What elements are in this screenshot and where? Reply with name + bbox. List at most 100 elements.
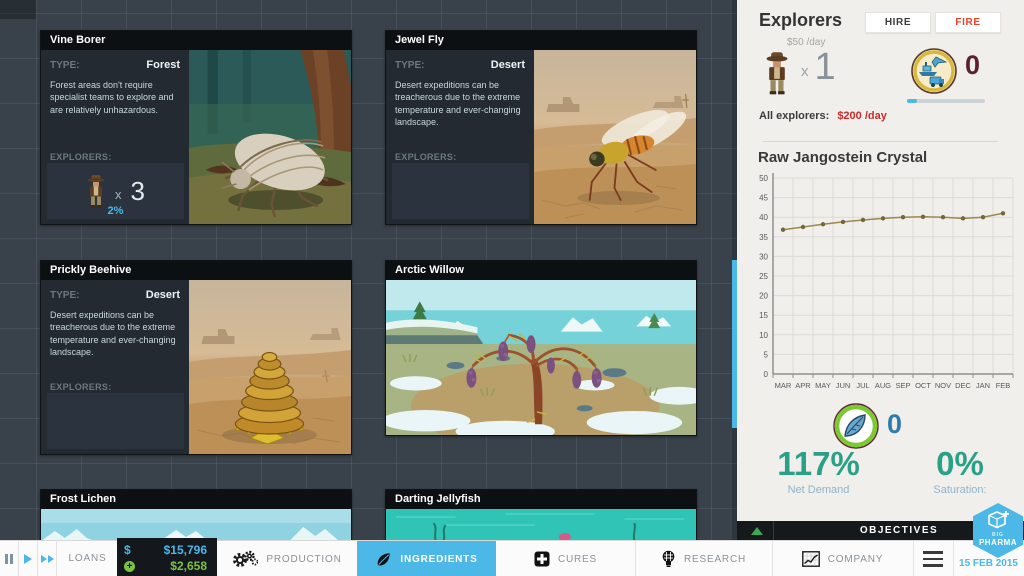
cube-icon xyxy=(986,509,1010,533)
income-plus-icon: + xyxy=(124,561,135,572)
svg-text:10: 10 xyxy=(759,331,768,340)
card-title: Jewel Fly xyxy=(386,31,696,50)
card-description: Desert expeditions can be treacherous du… xyxy=(50,309,180,359)
fast-forward-button[interactable] xyxy=(38,541,57,576)
svg-text:MAY: MAY xyxy=(815,381,831,390)
explorers-box: x 3 2% xyxy=(47,163,184,219)
ingredient-card-jewel-fly[interactable]: Jewel Fly TYPE: Desert Desert expedition… xyxy=(385,30,697,225)
explorer-count-x: x xyxy=(115,187,122,202)
explorers-label: EXPLORERS: xyxy=(50,152,112,162)
price-history-chart: 05101520253035404550MARAPRMAYJUNJULAUGSE… xyxy=(747,170,1019,396)
type-label: TYPE: xyxy=(50,60,79,71)
plus-cross-icon xyxy=(534,551,550,567)
svg-text:40: 40 xyxy=(759,213,768,222)
card-title: Frost Lichen xyxy=(41,490,351,509)
explorers-label: EXPLORERS: xyxy=(395,152,457,162)
type-value: Desert xyxy=(146,289,180,301)
logo-pharma-text: PHARMA xyxy=(979,538,1017,548)
explorer-count-x: x xyxy=(801,63,809,85)
income-amount: $2,658 xyxy=(170,559,207,573)
svg-text:JUN: JUN xyxy=(836,381,851,390)
svg-text:JAN: JAN xyxy=(976,381,990,390)
svg-text:25: 25 xyxy=(759,272,768,281)
card-info: TYPE: Forest Forest areas don't require … xyxy=(41,50,189,224)
explorers-label: EXPLORERS: xyxy=(50,382,112,392)
explorer-icon xyxy=(764,50,790,96)
card-info: TYPE: Desert Desert expeditions can be t… xyxy=(386,50,534,224)
svg-text:45: 45 xyxy=(759,194,768,203)
all-explorers-cost: $200 /day xyxy=(837,110,887,122)
type-value: Desert xyxy=(491,59,525,71)
arctic-willow-illustration xyxy=(386,280,696,435)
tab-research[interactable]: RESEARCH xyxy=(635,541,772,576)
ingredient-card-vine-borer[interactable]: Vine Borer TYPE: Forest Forest areas don… xyxy=(40,30,352,225)
play-button[interactable] xyxy=(19,541,38,576)
transport-progress-bar xyxy=(907,99,985,103)
tab-ingredients[interactable]: INGREDIENTS xyxy=(357,541,496,576)
svg-text:FEB: FEB xyxy=(996,381,1011,390)
explorers-panel-title: Explorers xyxy=(759,10,842,31)
ingredient-card-frost-lichen[interactable]: Frost Lichen xyxy=(40,489,352,540)
tab-ingredients-label: INGREDIENTS xyxy=(400,554,477,565)
objectives-expand-icon xyxy=(751,527,763,535)
svg-text:50: 50 xyxy=(759,174,768,183)
ingredient-card-arctic-willow[interactable]: Arctic Willow xyxy=(385,260,697,436)
card-title: Vine Borer xyxy=(41,31,351,50)
pause-icon xyxy=(5,554,13,564)
ingredient-card-prickly-beehive[interactable]: Prickly Beehive TYPE: Desert Desert expe… xyxy=(40,260,352,455)
card-title: Prickly Beehive xyxy=(41,261,351,280)
explorers-box xyxy=(392,163,529,219)
tab-production[interactable]: PRODUCTION xyxy=(217,541,357,576)
vine-borer-illustration xyxy=(189,50,351,224)
saturation-label: Saturation: xyxy=(905,484,1015,496)
svg-text:OCT: OCT xyxy=(915,381,931,390)
tab-cures[interactable]: CURES xyxy=(496,541,635,576)
loans-button[interactable]: LOANS xyxy=(58,541,117,576)
svg-text:35: 35 xyxy=(759,233,768,242)
svg-text:NOV: NOV xyxy=(935,381,951,390)
game-screen: Vine Borer TYPE: Forest Forest areas don… xyxy=(0,0,1024,576)
tab-research-label: RESEARCH xyxy=(684,554,746,565)
net-demand-label: Net Demand xyxy=(751,484,886,496)
pause-button[interactable] xyxy=(0,541,19,576)
leaf-icon xyxy=(375,551,392,568)
explorer-count: 3 xyxy=(131,176,145,207)
tab-cures-label: CURES xyxy=(558,554,597,565)
cash-amount: $15,796 xyxy=(164,543,207,557)
prickly-beehive-illustration xyxy=(189,280,351,454)
menu-button[interactable] xyxy=(913,541,953,576)
card-description: Forest areas don't require specialist te… xyxy=(50,79,180,116)
corner-box xyxy=(0,0,36,19)
frost-lichen-illustration xyxy=(41,509,351,540)
svg-text:MAR: MAR xyxy=(775,381,792,390)
svg-text:0: 0 xyxy=(764,370,769,379)
darting-jellyfish-illustration xyxy=(386,509,696,540)
explorer-rate-badge: 2% xyxy=(47,205,184,217)
svg-text:15: 15 xyxy=(759,311,768,320)
chart-title: Raw Jangostein Crystal xyxy=(758,149,927,166)
money-panel: $ $15,796 + $2,658 xyxy=(117,538,217,576)
cash-symbol: $ xyxy=(124,543,131,557)
explorer-count: 1 xyxy=(815,49,836,85)
ingredient-detail-panel: Explorers HIRE FIRE $50 /day x 1 xyxy=(737,0,1024,521)
card-info: TYPE: Desert Desert expeditions can be t… xyxy=(41,280,189,454)
svg-text:DEC: DEC xyxy=(955,381,971,390)
card-title: Darting Jellyfish xyxy=(386,490,696,509)
ingredients-grid-area: Vine Borer TYPE: Forest Forest areas don… xyxy=(0,0,737,540)
fire-button[interactable]: FIRE xyxy=(935,12,1001,33)
ingredient-stock-count: 0 xyxy=(887,409,902,440)
panel-divider xyxy=(763,141,998,142)
type-value: Forest xyxy=(146,59,180,71)
svg-text:APR: APR xyxy=(795,381,811,390)
svg-text:20: 20 xyxy=(759,292,768,301)
game-date: 15 FEB 2015 xyxy=(953,558,1024,569)
tab-company[interactable]: COMPANY xyxy=(772,541,913,576)
chart-icon xyxy=(802,551,820,567)
ingredient-card-darting-jellyfish[interactable]: Darting Jellyfish xyxy=(385,489,697,540)
hire-button[interactable]: HIRE xyxy=(865,12,931,33)
tab-production-label: PRODUCTION xyxy=(266,554,341,565)
jewel-fly-illustration xyxy=(534,50,696,224)
transport-icon xyxy=(911,48,957,94)
play-icon xyxy=(24,554,32,564)
svg-text:SEP: SEP xyxy=(895,381,910,390)
